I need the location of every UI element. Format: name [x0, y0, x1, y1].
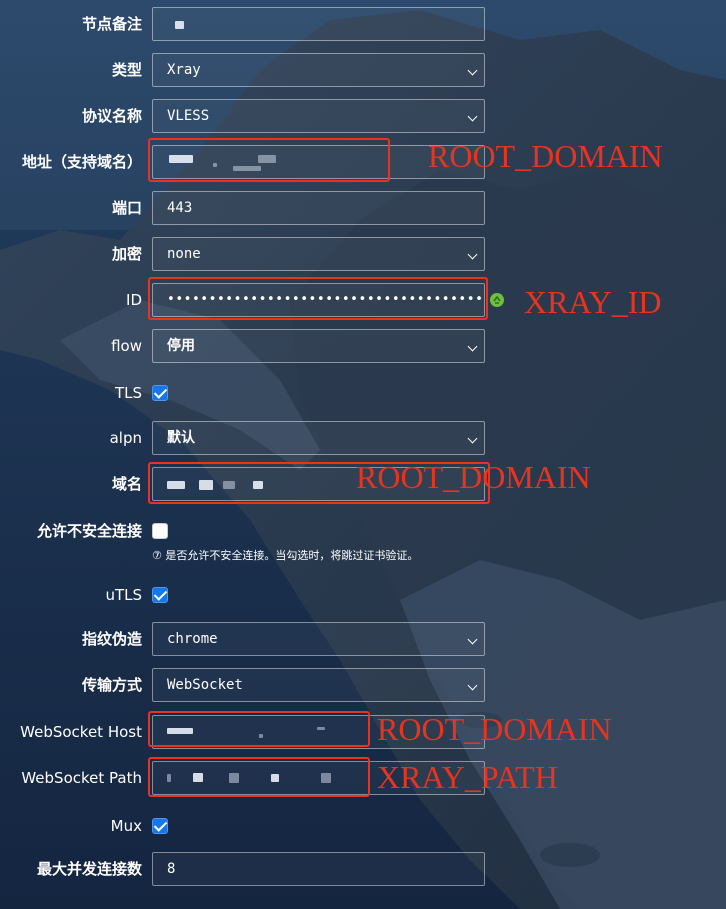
annotation-box-ws-path	[148, 757, 370, 797]
port-input[interactable]: 443	[152, 191, 485, 225]
annotation-box-id	[148, 277, 488, 320]
row-port: 端口 443	[0, 191, 726, 225]
chevron-down-icon	[467, 680, 478, 691]
annotation-label-ws-path: XRAY_PATH	[377, 759, 558, 795]
tls-checkbox[interactable]	[152, 385, 168, 401]
row-mux: Mux	[0, 809, 726, 843]
chevron-down-icon	[467, 433, 478, 444]
insecure-help-text: ⑦ 是否允许不安全连接。当勾选时，将跳过证书验证。	[152, 549, 419, 562]
alpn-value: 默认	[167, 430, 195, 446]
row-fingerprint: 指纹伪造 chrome	[0, 622, 726, 656]
chevron-down-icon	[467, 65, 478, 76]
remark-input[interactable]	[152, 7, 485, 41]
label-transport: 传输方式	[81, 676, 142, 694]
label-remark: 节点备注	[81, 15, 142, 33]
mux-checkbox[interactable]	[152, 818, 168, 834]
label-ws-host: WebSocket Host	[20, 723, 142, 741]
encryption-select[interactable]: none	[152, 237, 485, 271]
label-flow: flow	[111, 337, 142, 355]
transport-select[interactable]: WebSocket	[152, 668, 485, 702]
flow-value: 停用	[167, 338, 195, 354]
alpn-select[interactable]: 默认	[152, 421, 485, 455]
label-ws-path: WebSocket Path	[21, 769, 142, 787]
annotation-label-address: ROOT_DOMAIN	[428, 138, 663, 174]
row-encryption: 加密 none	[0, 237, 726, 271]
label-max-connections: 最大并发连接数	[36, 860, 142, 878]
utls-checkbox[interactable]	[152, 587, 168, 603]
chevron-down-icon	[467, 634, 478, 645]
annotation-box-address	[148, 138, 390, 182]
label-port: 端口	[111, 199, 142, 217]
protocol-select[interactable]: VLESS	[152, 99, 485, 133]
port-value: 443	[167, 200, 193, 216]
flow-select[interactable]: 停用	[152, 329, 485, 363]
label-sni: 域名	[111, 475, 142, 493]
label-insecure: 允许不安全连接	[36, 522, 142, 540]
label-address: 地址（支持域名）	[21, 153, 142, 171]
annotation-label-sni: ROOT_DOMAIN	[356, 459, 591, 495]
label-encryption: 加密	[111, 245, 142, 263]
max-connections-value: 8	[167, 861, 176, 877]
row-transport: 传输方式 WebSocket	[0, 668, 726, 702]
label-id: ID	[126, 291, 142, 309]
row-flow: flow 停用	[0, 329, 726, 363]
encryption-value: none	[167, 246, 201, 262]
row-tls: TLS	[0, 376, 726, 410]
fingerprint-value: chrome	[167, 631, 218, 647]
label-utls: uTLS	[105, 586, 142, 604]
node-config-form: 节点备注 类型 Xray 协议名称 VLESS 地址（支持域名） 端口 443 …	[0, 0, 726, 909]
row-utls: uTLS	[0, 578, 726, 612]
label-mux: Mux	[110, 817, 142, 835]
label-protocol: 协议名称	[81, 107, 142, 125]
insecure-checkbox[interactable]	[152, 523, 168, 539]
row-insecure: 允许不安全连接	[0, 514, 726, 548]
annotation-label-id: XRAY_ID	[524, 284, 662, 320]
chevron-down-icon	[467, 341, 478, 352]
chevron-down-icon	[467, 111, 478, 122]
label-alpn: alpn	[109, 429, 142, 447]
row-type: 类型 Xray	[0, 53, 726, 87]
label-fingerprint: 指纹伪造	[81, 630, 142, 648]
row-remark: 节点备注	[0, 7, 726, 41]
annotation-label-ws-host: ROOT_DOMAIN	[377, 711, 612, 747]
type-value: Xray	[167, 62, 201, 78]
annotation-box-ws-host	[148, 711, 370, 747]
row-alpn: alpn 默认	[0, 421, 726, 455]
protocol-value: VLESS	[167, 108, 210, 124]
fingerprint-select[interactable]: chrome	[152, 622, 485, 656]
label-type: 类型	[111, 61, 142, 79]
max-connections-input[interactable]: 8	[152, 852, 485, 886]
transport-value: WebSocket	[167, 677, 243, 693]
row-max-connections: 最大并发连接数 8	[0, 852, 726, 886]
redacted-mark	[175, 21, 184, 29]
row-protocol: 协议名称 VLESS	[0, 99, 726, 133]
type-select[interactable]: Xray	[152, 53, 485, 87]
copy-icon[interactable]	[489, 292, 505, 308]
chevron-down-icon	[467, 249, 478, 260]
label-tls: TLS	[114, 384, 142, 402]
